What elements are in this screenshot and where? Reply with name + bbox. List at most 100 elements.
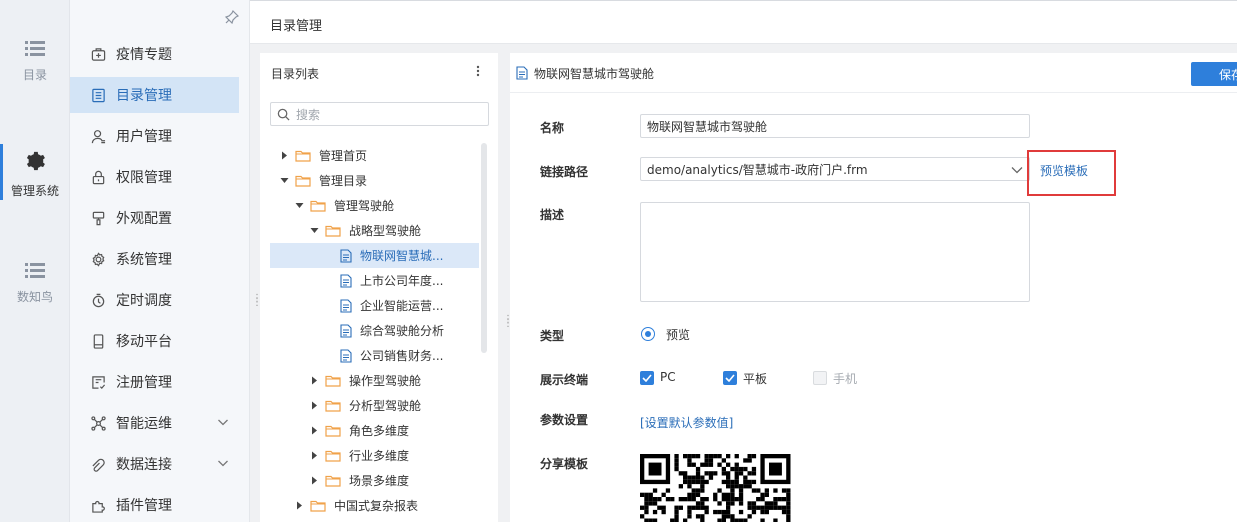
param-label: 参数设置 (540, 413, 589, 427)
more-vertical-icon[interactable] (476, 65, 480, 77)
menu-item-catalog[interactable]: 目录管理 (70, 77, 239, 113)
pc-checkbox[interactable] (640, 371, 654, 385)
rail-item-admin[interactable]: 管理系统 (0, 144, 70, 200)
check-icon (725, 374, 735, 382)
tree-folder-node[interactable]: 管理首页 (279, 143, 367, 168)
tree-node-label: 管理驾驶舱 (334, 199, 395, 213)
caret-right-icon[interactable] (294, 501, 304, 510)
folder-icon (310, 199, 326, 212)
menu-item-epidemic[interactable]: 疫情专题 (70, 36, 239, 72)
document-icon (340, 323, 352, 338)
tablet-checkbox[interactable] (723, 371, 737, 385)
pin-icon[interactable] (225, 10, 239, 24)
check-icon (642, 374, 652, 382)
search-icon (277, 108, 290, 121)
tree-file-node[interactable]: 公司销售财务... (340, 343, 443, 368)
caret-down-icon[interactable] (309, 227, 319, 234)
folder-icon (325, 224, 341, 237)
tree-folder-node[interactable]: 行业多维度 (309, 443, 409, 468)
name-input[interactable]: 物联网智慧城市驾驶舱 (640, 114, 1030, 138)
caret-right-icon[interactable] (309, 426, 319, 435)
tree-folder-node[interactable]: 管理目录 (279, 168, 367, 193)
tree-node-label: 综合驾驶舱分析 (360, 324, 445, 338)
menu-item-schedule[interactable]: 定时调度 (70, 282, 239, 318)
menu-item-system[interactable]: 系统管理 (70, 241, 239, 277)
search-placeholder: 搜索 (296, 107, 321, 122)
description-label: 描述 (540, 208, 565, 222)
rail-label-catalog: 目录 (22, 68, 47, 82)
document-icon (516, 66, 528, 80)
type-radio-preview[interactable] (641, 327, 655, 341)
link-icon (90, 456, 106, 472)
splitter-handle[interactable]: ⋮ ⋮ (252, 294, 262, 308)
menu-item-permissions[interactable]: 权限管理 (70, 159, 239, 195)
tree-folder-node[interactable]: 场景多维度 (309, 468, 409, 493)
menu-label: 移动平台 (116, 334, 172, 350)
menu-label: 数据连接 (116, 457, 172, 473)
tree-file-node[interactable]: 企业智能运营... (340, 293, 443, 318)
tree-folder-node[interactable]: 分析型驾驶舱 (309, 393, 421, 418)
menu-item-data-connection[interactable]: 数据连接 (70, 446, 239, 482)
caret-right-icon[interactable] (309, 451, 319, 460)
tree-folder-node[interactable]: 角色多维度 (309, 418, 409, 443)
tree-node-label: 物联网智慧城... (360, 249, 444, 263)
detail-panel: 物联网智慧城市驾驶舱 保存 名称 物联网智慧城市驾驶舱 链接路径 demo/an… (510, 53, 1237, 522)
menu-item-ops[interactable]: 智能运维 (70, 405, 239, 441)
description-textarea[interactable] (640, 202, 1030, 302)
page-header: 目录管理 (250, 0, 1237, 44)
menu-item-register[interactable]: 注册管理 (70, 364, 239, 400)
set-default-params-link[interactable]: [设置默认参数值] (640, 414, 733, 431)
caret-right-icon[interactable] (309, 401, 319, 410)
tree-file-node[interactable]: 上市公司年度... (340, 268, 443, 293)
menu-label: 系统管理 (116, 252, 172, 268)
save-button[interactable]: 保存 (1191, 62, 1237, 86)
qr-code (640, 454, 791, 522)
path-label: 链接路径 (540, 165, 589, 179)
menu-label: 用户管理 (116, 129, 172, 145)
menu-item-plugins[interactable]: 插件管理 (70, 487, 239, 522)
tree-node-label: 企业智能运营... (360, 299, 444, 313)
clock-icon (90, 292, 106, 308)
folder-icon (295, 149, 311, 162)
tree-scrollbar[interactable] (481, 143, 487, 353)
tree-node-label: 公司销售财务... (360, 349, 444, 363)
rail-item-catalog[interactable]: 目录 (0, 40, 70, 83)
type-option-label: 预览 (666, 328, 691, 342)
folder-icon (325, 424, 341, 437)
gear-icon (26, 151, 45, 171)
tree-folder-node[interactable]: 战略型驾驶舱 (309, 218, 421, 243)
tree-file-node[interactable]: 物联网智慧城... (270, 243, 479, 268)
menu-item-users[interactable]: 用户管理 (70, 118, 239, 154)
pc-label: PC (660, 370, 676, 384)
lock-icon (90, 169, 106, 185)
chevron-down-icon[interactable] (217, 457, 229, 469)
tree-file-node[interactable]: 综合驾驶舱分析 (340, 318, 444, 343)
caret-down-icon[interactable] (279, 177, 289, 184)
caret-right-icon[interactable] (279, 151, 289, 160)
path-value: demo/analytics/智慧城市-政府门户.frm (647, 162, 868, 177)
menu-label: 插件管理 (116, 498, 172, 514)
save-button-label: 保存 (1219, 67, 1237, 82)
tree-folder-node[interactable]: 中国式复杂报表 (294, 493, 418, 518)
menu-item-appearance[interactable]: 外观配置 (70, 200, 239, 236)
rail-item-shuzhiniao[interactable]: 数知鸟 (0, 262, 70, 305)
tree-node-label: 角色多维度 (349, 424, 410, 438)
menu-item-mobile[interactable]: 移动平台 (70, 323, 239, 359)
caret-right-icon[interactable] (309, 476, 319, 485)
menu-label: 注册管理 (116, 375, 172, 391)
search-input[interactable]: 搜索 (270, 102, 489, 126)
path-select[interactable]: demo/analytics/智慧城市-政府门户.frm (640, 157, 1030, 181)
plugin-icon (90, 497, 106, 513)
document-icon (340, 248, 352, 263)
menu-label: 外观配置 (116, 211, 172, 227)
phone-checkbox[interactable] (813, 371, 827, 385)
tree-node-label: 管理目录 (319, 174, 368, 188)
chevron-down-icon[interactable] (217, 416, 229, 428)
tree-folder-node[interactable]: 操作型驾驶舱 (309, 368, 421, 393)
share-label: 分享模板 (540, 457, 589, 471)
tree-folder-node[interactable]: 管理驾驶舱 (294, 193, 394, 218)
chevron-down-icon (1011, 167, 1023, 174)
caret-right-icon[interactable] (309, 376, 319, 385)
folder-icon (295, 174, 311, 187)
caret-down-icon[interactable] (294, 202, 304, 209)
